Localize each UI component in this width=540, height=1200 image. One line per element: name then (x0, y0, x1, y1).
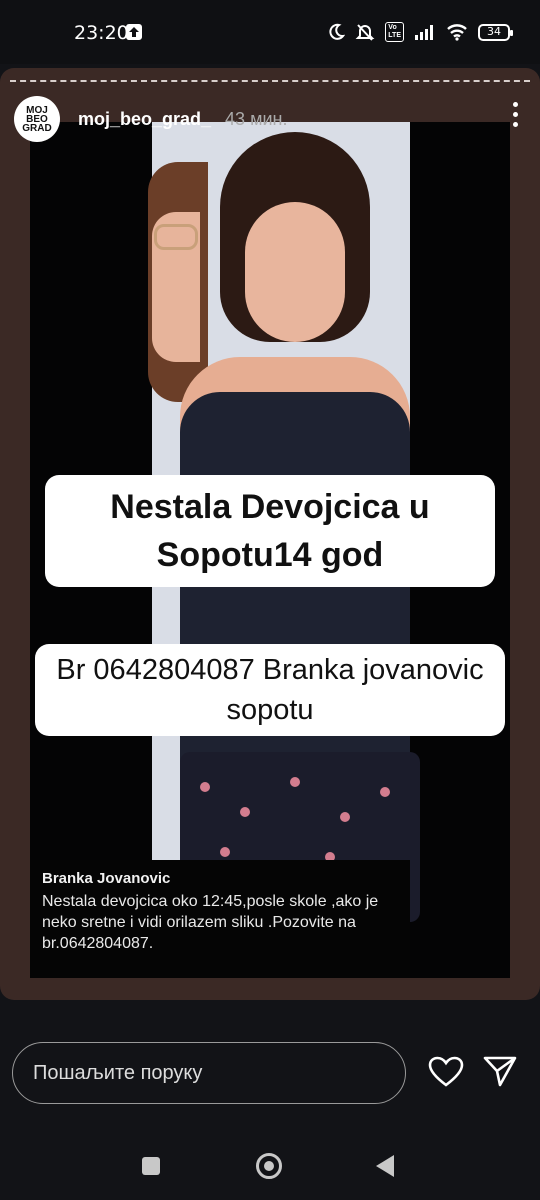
status-icons: Vo LTE 34 (327, 22, 513, 42)
status-time: 23:20 (74, 22, 129, 44)
post-time: 43 мин. (225, 108, 288, 129)
signal-icon (415, 25, 433, 40)
headline-missing-girl: Nestala Devojcica u Sopotu14 god (45, 475, 495, 587)
system-nav-bar (0, 1135, 540, 1200)
story-image: Nestala Devojcica u Sopotu14 god Br 0642… (30, 122, 510, 978)
volte-badge: Vo LTE (385, 22, 404, 42)
bell-off-icon (355, 24, 375, 41)
username[interactable]: moj_beo_grad_ (78, 109, 211, 130)
avatar[interactable]: MOJ BEO GRAD (14, 96, 60, 142)
heart-icon[interactable] (428, 1056, 464, 1088)
story-header[interactable]: MOJ BEO GRAD moj_beo_grad_ 43 мин. (14, 96, 287, 142)
nav-back-icon[interactable] (376, 1155, 394, 1177)
caption-text: Nestala devojcica oko 12:45,posle skole … (42, 893, 379, 952)
nav-home-icon[interactable] (256, 1153, 282, 1179)
story-progress-bar (10, 80, 530, 82)
moon-icon (329, 23, 346, 40)
caption-author: Branka Jovanovic (42, 870, 171, 887)
message-input[interactable]: Пошаљите поруку (12, 1042, 406, 1104)
message-placeholder: Пошаљите поруку (33, 1061, 203, 1084)
status-bar: 23:20 Vo LTE 34 (0, 0, 540, 64)
send-icon[interactable] (482, 1054, 518, 1088)
more-vert-icon[interactable] (512, 102, 518, 128)
headline-contact: Br 0642804087 Branka jovanovic sopotu (35, 644, 505, 736)
wifi-icon (447, 24, 467, 41)
story-frame[interactable]: Nestala Devojcica u Sopotu14 god Br 0642… (0, 68, 540, 1000)
battery-icon: 34 (478, 23, 513, 41)
upload-icon (126, 24, 142, 40)
caption-box: Branka Jovanovic Nestala devojcica oko 1… (30, 860, 410, 978)
nav-square-icon[interactable] (142, 1157, 160, 1175)
